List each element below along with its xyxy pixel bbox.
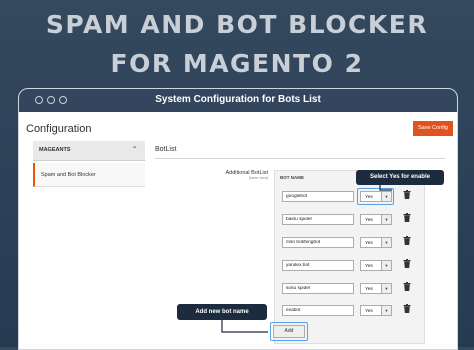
enabled-select-value: Yes	[365, 286, 373, 292]
save-config-button[interactable]: Save Config	[413, 121, 453, 136]
enabled-select-value: Yes	[365, 308, 373, 314]
enabled-select[interactable]: Yes ▼	[360, 214, 392, 225]
section-title: BotList	[155, 146, 177, 153]
page-title: Configuration	[26, 123, 92, 135]
dropdown-arrow-icon: ▼	[381, 306, 391, 315]
window-titlebar: System Configuration for Bots List	[19, 89, 457, 112]
enabled-select-highlight	[357, 188, 394, 205]
hero-title-line2: FOR MAGENTO 2	[110, 49, 364, 78]
table-row: Yes ▼	[274, 234, 424, 256]
dropdown-arrow-icon: ▼	[381, 238, 391, 247]
bot-name-input[interactable]	[282, 283, 354, 294]
enabled-select[interactable]: Yes ▼	[360, 260, 392, 271]
trash-icon[interactable]	[403, 259, 411, 268]
callout-add-bot: Add new bot name	[177, 304, 267, 320]
callout-select-yes: Select Yes for enable	[356, 170, 444, 185]
chevron-up-icon[interactable]: ⌃	[131, 145, 138, 154]
window-title: System Configuration for Bots List	[155, 94, 321, 105]
hero-title-line1: SPAM AND BOT BLOCKER	[45, 10, 429, 39]
sidebar-section-mageants[interactable]: MAGEANTS ⌃	[33, 141, 145, 161]
trash-icon[interactable]	[403, 304, 411, 313]
enabled-select[interactable]: Yes ▼	[360, 283, 392, 294]
bot-name-input[interactable]	[282, 260, 354, 271]
sidebar-item-spam-and-bot-blocker[interactable]: Spam and Bot Blocker	[33, 163, 145, 187]
dropdown-arrow-icon: ▼	[381, 215, 391, 224]
dropdown-arrow-icon: ▼	[381, 261, 391, 270]
field-scope: [store view]	[248, 176, 268, 180]
trash-icon[interactable]	[403, 190, 411, 199]
trash-icon[interactable]	[403, 236, 411, 245]
section-divider	[155, 158, 445, 159]
enabled-select-value: Yes	[365, 240, 373, 246]
table-row: Yes ▼	[274, 302, 424, 324]
enabled-select-value: Yes	[365, 263, 373, 269]
trash-icon[interactable]	[403, 282, 411, 291]
bot-name-input[interactable]	[282, 191, 354, 202]
table-row: Yes ▼	[274, 211, 424, 233]
bot-name-input[interactable]	[282, 305, 354, 316]
table-row: Yes ▼	[274, 257, 424, 279]
table-row: Yes ▼	[274, 280, 424, 302]
sidebar-item-label: Spam and Bot Blocker	[41, 172, 96, 178]
trash-icon[interactable]	[403, 213, 411, 222]
table-row: Yes ▼	[274, 188, 424, 210]
enabled-select-value: Yes	[365, 217, 373, 223]
enabled-select[interactable]: Yes ▼	[360, 237, 392, 248]
bot-name-input[interactable]	[282, 237, 354, 248]
add-bot-button[interactable]: Add	[273, 325, 305, 338]
enabled-select[interactable]: Yes ▼	[360, 305, 392, 316]
bot-name-input[interactable]	[282, 214, 354, 225]
grid-header-bot-name: BOT NAME	[280, 175, 304, 180]
sidebar-section-label: MAGEANTS	[39, 147, 71, 153]
dropdown-arrow-icon: ▼	[381, 284, 391, 293]
